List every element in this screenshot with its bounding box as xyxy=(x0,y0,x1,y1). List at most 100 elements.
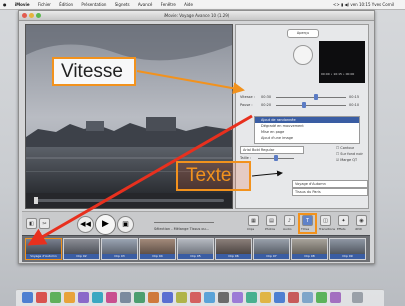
clip-label: Clip 04 xyxy=(140,254,175,259)
vitesse-slider[interactable] xyxy=(276,97,346,98)
app-icon[interactable] xyxy=(302,292,313,303)
vitesse-end: 00:15 xyxy=(349,95,360,99)
vitesse-slider-thumb[interactable] xyxy=(314,94,318,100)
close-icon[interactable] xyxy=(22,13,27,18)
list-item[interactable]: Ajout d'une image xyxy=(255,135,359,141)
edit-mode-icon[interactable]: ✂ xyxy=(39,218,50,229)
titles-button-highlight xyxy=(298,213,317,234)
clip-thumbnail[interactable]: Clip 06 xyxy=(215,238,252,260)
clip-thumbnail[interactable]: Voyage d'Automn xyxy=(25,238,62,260)
scrubber-track[interactable] xyxy=(34,199,224,202)
app-icon[interactable] xyxy=(120,292,131,303)
app-icon[interactable] xyxy=(260,292,271,303)
app-icon[interactable] xyxy=(134,292,145,303)
clip-viewer-strip: Voyage d'Automn Clip 02 Clip 03 Clip 04 … xyxy=(22,235,370,262)
app-icon[interactable] xyxy=(176,292,187,303)
app-icon[interactable] xyxy=(50,292,61,303)
clip-thumbnail[interactable]: Clip 07 xyxy=(253,238,290,260)
clip-label: Clip 02 xyxy=(64,254,99,259)
menu-fichier[interactable]: Fichier xyxy=(38,2,51,7)
app-icon[interactable] xyxy=(218,292,229,303)
clip-thumbnail[interactable]: Clip 08 xyxy=(291,238,328,260)
camera-mode-icon[interactable]: ◧ xyxy=(26,218,37,229)
finder-icon[interactable] xyxy=(22,292,33,303)
trash-icon[interactable] xyxy=(352,292,363,303)
clip-label: Voyage d'Automn xyxy=(26,254,61,259)
clip-thumbnail[interactable]: Clip 09 xyxy=(329,238,366,260)
font-select[interactable]: Arial Bold Regular xyxy=(240,146,304,154)
zoom-icon[interactable] xyxy=(36,13,41,18)
menu-edition[interactable]: Édition xyxy=(59,2,73,7)
app-icon[interactable] xyxy=(232,292,243,303)
clip-label: Clip 05 xyxy=(178,254,213,259)
audio-button-label: Audio xyxy=(283,227,292,231)
checkbox-contour[interactable]: ☐ Contour xyxy=(336,146,354,150)
clip-label: Clip 09 xyxy=(330,254,365,259)
transitions-button[interactable]: ◫ xyxy=(320,215,331,226)
title-text-field-2[interactable]: Tissus du Paris xyxy=(292,188,368,196)
menu-fenetre[interactable]: Fenêtre xyxy=(161,2,176,7)
title-styles-list[interactable]: Ajout de randonnée Dégradé en mouvement … xyxy=(254,116,360,144)
vitesse-label: Vitesse : xyxy=(240,95,255,99)
pause-slider[interactable] xyxy=(276,105,346,106)
app-icon[interactable] xyxy=(78,292,89,303)
app-icon[interactable] xyxy=(316,292,327,303)
app-icon[interactable] xyxy=(106,292,117,303)
menu-presentation[interactable]: Présentation xyxy=(81,2,106,7)
clip-thumbnail[interactable]: Clip 02 xyxy=(63,238,100,260)
menu-imovie[interactable]: iMovie xyxy=(15,2,30,7)
idvd-button[interactable]: ◉ xyxy=(356,215,367,226)
app-icon[interactable] xyxy=(246,292,257,303)
app-icon[interactable] xyxy=(330,292,341,303)
clip-label: Clip 08 xyxy=(292,254,327,259)
rewind-icon[interactable]: ◀◀ xyxy=(77,216,94,233)
clips-button-label: Clips xyxy=(247,227,255,231)
menu-avance[interactable]: Avancé xyxy=(138,2,153,7)
effects-button[interactable]: ✦ xyxy=(338,215,349,226)
app-icon[interactable] xyxy=(288,292,299,303)
apple-menu-icon[interactable]: ● xyxy=(3,2,7,7)
annotation-vitesse: Vitesse xyxy=(52,57,136,86)
app-icon[interactable] xyxy=(204,292,215,303)
viewer-scrubber[interactable] xyxy=(26,193,232,208)
window-title: iMovie: Voyage Avance 10 (1.29) xyxy=(163,13,230,18)
pause-slider-thumb[interactable] xyxy=(302,102,306,108)
app-icon[interactable] xyxy=(148,292,159,303)
app-icon[interactable] xyxy=(92,292,103,303)
clip-thumbnail[interactable]: Clip 03 xyxy=(101,238,138,260)
checkbox-marge[interactable]: ☑ Marge QT xyxy=(336,158,357,162)
clips-button[interactable]: ▦ xyxy=(248,215,259,226)
volume-slider[interactable] xyxy=(154,222,214,223)
play-icon[interactable]: ▶ xyxy=(95,214,116,235)
title-text-field-1[interactable]: Voyage d'Automn xyxy=(292,180,368,188)
direction-dial[interactable] xyxy=(293,45,313,65)
checkbox-fond[interactable]: ☐ Sur fond noir xyxy=(336,152,363,156)
app-icon[interactable] xyxy=(36,292,47,303)
menubar-status: <> ▮ ◀) ven 10:15 Yves Cornil xyxy=(333,2,394,7)
photos-button-label: Photos xyxy=(265,227,276,231)
taille-slider-thumb[interactable] xyxy=(274,155,278,161)
clip-label: Clip 07 xyxy=(254,254,289,259)
clip-thumbnail[interactable]: Clip 05 xyxy=(177,238,214,260)
checkbox-marge-label: Marge QT xyxy=(340,158,358,162)
titles-panel: Aperçu 00:00 • 10:15 • 00:00 Vitesse : 0… xyxy=(235,24,369,209)
vitesse-start: 00:30 xyxy=(261,95,272,99)
duration-text: Sélection - Mélange Tissus ou... xyxy=(154,227,210,231)
pause-label: Pause : xyxy=(240,103,253,107)
menu-aide[interactable]: Aide xyxy=(184,2,193,7)
menu-signets[interactable]: Signets xyxy=(115,2,130,7)
clip-thumbnail[interactable]: Clip 04 xyxy=(139,238,176,260)
taille-label: Taille : xyxy=(240,156,252,160)
app-icon[interactable] xyxy=(274,292,285,303)
apercu-button[interactable]: Aperçu xyxy=(287,29,319,38)
app-icon[interactable] xyxy=(190,292,201,303)
app-icon[interactable] xyxy=(64,292,75,303)
pause-end: 00:10 xyxy=(349,103,360,107)
app-icon[interactable] xyxy=(162,292,173,303)
fullscreen-play-icon[interactable]: ▣ xyxy=(117,216,134,233)
playhead-handle[interactable] xyxy=(34,197,38,204)
pause-start: 00:20 xyxy=(261,103,272,107)
audio-button[interactable]: ♪ xyxy=(284,215,295,226)
minimize-icon[interactable] xyxy=(29,13,34,18)
photos-button[interactable]: ▤ xyxy=(266,215,277,226)
